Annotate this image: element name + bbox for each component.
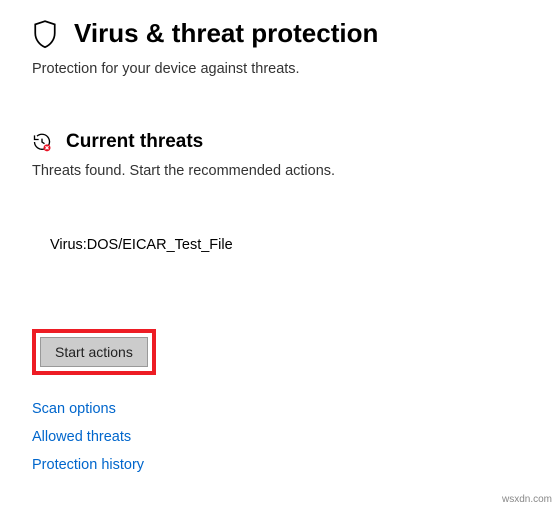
- shield-icon: [32, 19, 58, 49]
- scan-options-link[interactable]: Scan options: [32, 401, 528, 417]
- highlight-box: Start actions: [32, 329, 156, 375]
- page-subtitle: Protection for your device against threa…: [32, 61, 528, 77]
- protection-history-link[interactable]: Protection history: [32, 457, 528, 473]
- watermark: wsxdn.com: [502, 494, 552, 505]
- section-title: Current threats: [66, 131, 203, 153]
- section-header: Current threats: [32, 131, 528, 153]
- section-subtitle: Threats found. Start the recommended act…: [32, 163, 528, 179]
- start-actions-button[interactable]: Start actions: [40, 337, 148, 367]
- links-group: Scan options Allowed threats Protection …: [32, 401, 528, 473]
- threat-name: Virus:DOS/EICAR_Test_File: [50, 237, 528, 253]
- page-header: Virus & threat protection: [32, 18, 528, 49]
- page-title: Virus & threat protection: [74, 18, 378, 49]
- history-alert-icon: [32, 132, 52, 152]
- allowed-threats-link[interactable]: Allowed threats: [32, 429, 528, 445]
